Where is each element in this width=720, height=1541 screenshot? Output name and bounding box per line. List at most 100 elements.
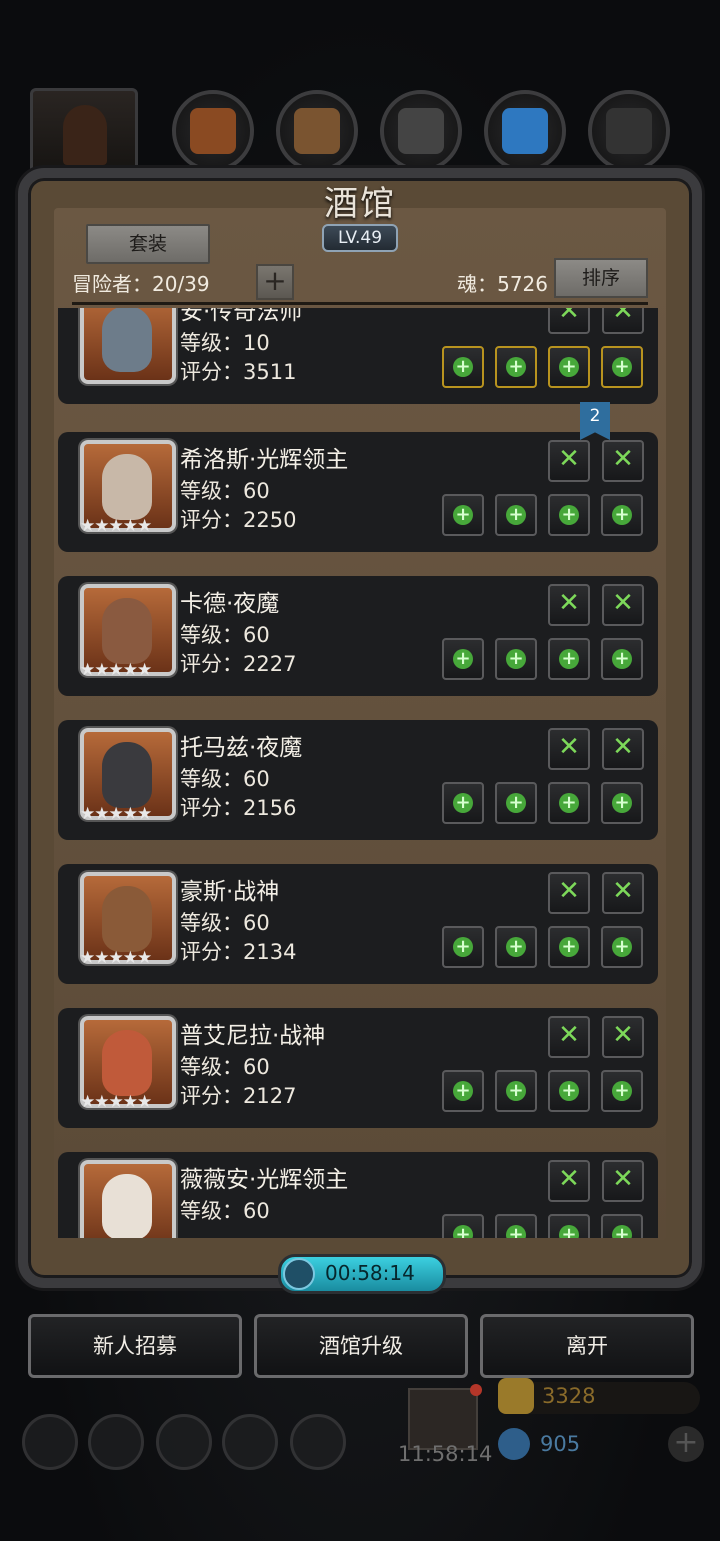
add-slot-icon: + [506, 937, 526, 957]
add-slot-icon[interactable]: + [548, 1214, 590, 1238]
hero-face [102, 1030, 152, 1096]
iron-bars-icon[interactable] [380, 90, 462, 172]
add-slot-icon[interactable]: + [495, 782, 537, 824]
timer-text: 00:58:14 [325, 1261, 415, 1285]
add-slot-icon[interactable]: + [495, 1214, 537, 1238]
add-slot-icon[interactable]: + [548, 1070, 590, 1112]
quest-icon[interactable] [88, 1414, 144, 1470]
hero-score: 评分：2250 [180, 508, 297, 532]
armor-item-icon[interactable]: + [495, 346, 537, 388]
empty-slot-icon[interactable]: ✕ [602, 728, 644, 770]
hooded-hero-icon [63, 105, 107, 165]
hero-portrait-slot[interactable] [30, 88, 138, 180]
settings-icon[interactable] [22, 1414, 78, 1470]
empty-slot-icon[interactable]: ✕ [602, 584, 644, 626]
hero-stars: ★★★★★ [80, 1092, 152, 1112]
leave-button[interactable]: 离开 [480, 1314, 694, 1378]
empty-slot-icon[interactable]: ✕ [548, 584, 590, 626]
slot-mark-icon: ✕ [558, 876, 580, 906]
add-slot-icon[interactable]: + [601, 1214, 643, 1238]
add-slot-icon: + [612, 357, 632, 377]
hero-card[interactable]: 安·传奇法师 等级：10 评分：3511 ✕ ✕ + + + + [58, 308, 658, 404]
hero-card[interactable]: ★★★★★ 希洛斯·光辉领主 等级：60 评分：2250 ✕ ✕ + + + + [58, 432, 658, 552]
slot-mark-icon: ✕ [612, 732, 634, 762]
empty-slot-icon[interactable]: ✕ [548, 1016, 590, 1058]
staff-item-icon[interactable]: + [442, 346, 484, 388]
hero-portrait[interactable] [80, 308, 176, 384]
add-slot-icon[interactable]: + [548, 638, 590, 680]
add-slot-icon: + [559, 505, 579, 525]
hero-card[interactable]: ★★★★★ 托马兹·夜魔 等级：60 评分：2156 ✕ ✕ + + + + [58, 720, 658, 840]
empty-slot-icon[interactable]: ✕ [602, 872, 644, 914]
hero-name: 薇薇安·光辉领主 [180, 1167, 349, 1193]
blue-crystal-icon[interactable] [484, 90, 566, 172]
add-slot-icon[interactable]: + [495, 926, 537, 968]
add-slot-icon[interactable]: + [442, 1070, 484, 1112]
add-slot-icon[interactable]: + [601, 1070, 643, 1112]
add-slot-icon[interactable]: + [495, 1070, 537, 1112]
ring-item-icon[interactable]: + [548, 346, 590, 388]
hero-stars: ★★★★★ [80, 804, 152, 824]
add-slot-icon[interactable]: + [495, 638, 537, 680]
wood-planks-icon[interactable] [276, 90, 358, 172]
hero-face [102, 742, 152, 808]
add-slot-icon[interactable]: + [548, 494, 590, 536]
hero-card[interactable]: ★★★★★ 普艾尼拉·战神 等级：60 评分：2127 ✕ ✕ + + + + [58, 1008, 658, 1128]
hero-card[interactable]: 薇薇安·光辉领主 等级：60 ✕ ✕ + + + + [58, 1152, 658, 1238]
empty-slot-icon[interactable]: ✕ [548, 872, 590, 914]
guild-icon[interactable] [156, 1414, 212, 1470]
sort-button[interactable]: 排序 [554, 258, 648, 298]
add-slot-icon: + [453, 357, 473, 377]
hero-list[interactable]: 安·传奇法师 等级：10 评分：3511 ✕ ✕ + + + + ★★★★★ 希洛斯·光辉领主 等级：… [58, 308, 662, 1238]
gift-box-icon[interactable] [408, 1384, 482, 1450]
dark-iron-icon[interactable] [588, 90, 670, 172]
add-slot-icon: + [559, 1081, 579, 1101]
upgrade-tavern-button[interactable]: 酒馆升级 [254, 1314, 468, 1378]
hero-card[interactable]: ★★★★★ 豪斯·战神 等级：60 评分：2134 ✕ ✕ + + + + [58, 864, 658, 984]
add-slot-icon: + [506, 1081, 526, 1101]
recruit-button[interactable]: 新人招募 [28, 1314, 242, 1378]
hero-name: 安·传奇法师 [180, 308, 303, 325]
add-slot-icon[interactable]: + [601, 494, 643, 536]
add-adventurer-button[interactable]: + [256, 264, 294, 300]
add-slot-icon[interactable]: + [495, 494, 537, 536]
add-slot-icon: + [453, 793, 473, 813]
slot-mark-icon: ✕ [558, 1164, 580, 1194]
slot-mark-icon: ✕ [558, 732, 580, 762]
add-slot-icon[interactable]: + [442, 494, 484, 536]
hero-card[interactable]: ★★★★★ 卡德·夜魔 等级：60 评分：2227 ✕ ✕ + + + + [58, 576, 658, 696]
add-currency-button[interactable]: + [668, 1426, 704, 1462]
add-slot-icon[interactable]: + [442, 926, 484, 968]
add-slot-icon[interactable]: + [442, 638, 484, 680]
suit-button[interactable]: 套装 [86, 224, 210, 264]
add-slot-icon[interactable]: + [601, 782, 643, 824]
add-slot-icon[interactable]: + [442, 1214, 484, 1238]
hero-level: 等级：60 [180, 767, 270, 791]
hero-face [102, 598, 152, 664]
add-slot-icon: + [559, 649, 579, 669]
empty-slot-icon[interactable]: ✕ [602, 440, 644, 482]
shop-icon[interactable] [290, 1414, 346, 1470]
empty-slot-icon[interactable]: ✕ [548, 440, 590, 482]
empty-slot-icon[interactable]: ✕ [602, 1160, 644, 1202]
add-slot-icon[interactable]: + [548, 782, 590, 824]
hero-portrait[interactable] [80, 1160, 176, 1238]
add-slot-icon[interactable]: + [548, 926, 590, 968]
hero-name: 豪斯·战神 [180, 879, 280, 905]
add-slot-icon: + [506, 649, 526, 669]
empty-slot-icon[interactable]: ✕ [548, 728, 590, 770]
blade-item-icon[interactable]: ✕ [602, 308, 644, 334]
add-slot-icon: + [612, 1081, 632, 1101]
meat-item-icon[interactable]: ✕ [548, 308, 590, 334]
mail-icon[interactable] [222, 1414, 278, 1470]
add-slot-icon: + [453, 505, 473, 525]
add-slot-icon[interactable]: + [601, 926, 643, 968]
hero-stars: ★★★★★ [80, 948, 152, 968]
empty-slot-icon[interactable]: ✕ [548, 1160, 590, 1202]
add-slot-icon[interactable]: + [601, 638, 643, 680]
empty-slot-icon[interactable]: ✕ [602, 1016, 644, 1058]
meat-icon[interactable] [172, 90, 254, 172]
add-slot-icon[interactable]: + [442, 782, 484, 824]
ring-item-icon[interactable]: + [601, 346, 643, 388]
slot-mark-icon: ✕ [558, 308, 580, 326]
